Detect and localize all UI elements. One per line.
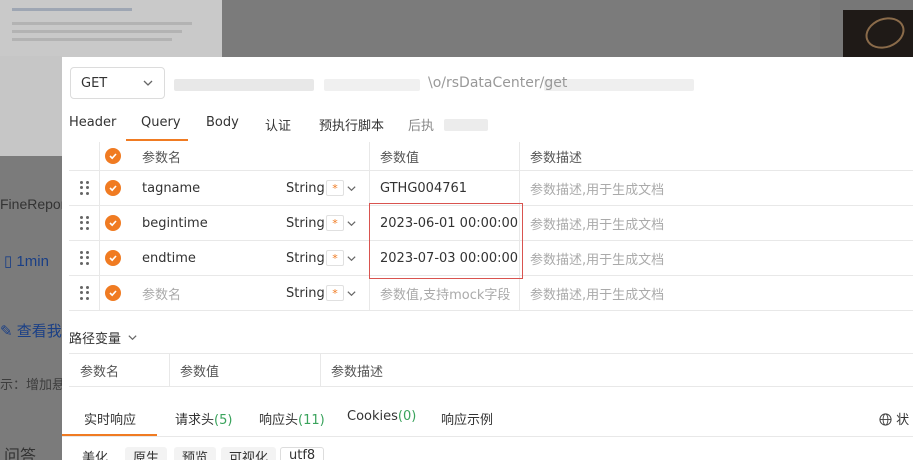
tab-response-example[interactable]: 响应示例 [441,409,493,428]
background-thumbnail-secondary [0,56,62,156]
url-row: GET \o/rsDataCenter/get [70,67,913,101]
background-text-finereport: FineReport [0,196,70,212]
response-view-toolbar: 美化 原生 预览 可视化 utf8 [62,443,913,460]
background-thumbnail [0,0,222,60]
check-icon [109,255,117,262]
chevron-down-icon[interactable] [346,218,357,229]
row-checkbox[interactable] [105,250,121,266]
row-checkbox[interactable] [105,215,121,231]
background-text-1min: ▯ 1min [4,253,49,270]
param-desc-input[interactable]: 参数描述,用于生成文档 [530,276,664,310]
url-text: \o/rsDataCenter/get [428,75,568,91]
chevron-down-icon[interactable] [346,183,357,194]
param-value-input[interactable]: GTHG004761 [380,171,467,205]
btn-raw[interactable]: 原生 [125,447,168,460]
globe-icon [879,413,892,426]
btn-preview[interactable]: 预览 [174,447,217,460]
response-tabs: 实时响应 请求头(5) 响应头(11) Cookies(0) 响应示例 状 [62,399,913,437]
api-request-panel: GET \o/rsDataCenter/get Header Query Bod… [62,57,913,460]
path-header-desc: 参数描述 [331,364,384,380]
chevron-down-icon[interactable] [346,253,357,264]
row-checkbox[interactable] [105,285,121,301]
path-header-value: 参数值 [180,364,220,380]
background-text-hint: 示：增加悬 [0,377,66,392]
drag-handle-icon[interactable] [80,206,90,240]
check-icon [109,185,117,192]
required-toggle[interactable]: * [326,285,344,301]
path-vars-toggle[interactable]: 路径变量 [69,328,138,347]
param-name-input[interactable]: tagname [142,171,200,205]
path-vars-table: 参数名 参数值 参数描述 [69,353,913,387]
tab-request-headers[interactable]: 请求头(5) [175,409,232,428]
header-param-value: 参数值 [380,150,420,166]
param-name-input[interactable]: endtime [142,241,196,275]
path-vars-title: 路径变量 [69,332,122,347]
chevron-down-icon[interactable] [346,288,357,299]
param-type-select[interactable]: String [286,171,325,205]
annotation-highlight-box [369,203,523,279]
response-status: 状 [879,409,909,428]
required-toggle[interactable]: * [326,215,344,231]
request-tabs: Header Query Body 认证 预执行脚本 后执 [62,113,913,143]
chevron-down-icon [143,80,153,86]
method-label: GET [81,75,108,91]
method-select[interactable]: GET [70,67,165,99]
header-param-desc: 参数描述 [530,150,583,166]
background-image [843,10,913,60]
url-input[interactable]: \o/rsDataCenter/get [174,73,913,95]
tab-query[interactable]: Query [141,115,181,130]
param-type-select[interactable]: String [286,241,325,275]
tab-response-headers[interactable]: 响应头(11) [259,409,325,428]
header-param-name: 参数名 [142,150,182,166]
check-icon [109,220,117,227]
table-header-row: 参数名 参数值 参数描述 [69,142,913,171]
param-name-input[interactable]: 参数名 [142,276,181,310]
drag-handle-icon[interactable] [80,276,90,310]
tab-post-script[interactable]: 后执 [408,115,434,134]
tab-cookies[interactable]: Cookies(0) [347,409,416,424]
active-tab-indicator [126,139,188,141]
table-row-new: 参数名 String * 参数值,支持mock字段 参数描述,用于生成文档 [69,276,913,311]
chevron-down-icon [128,335,137,341]
param-desc-input[interactable]: 参数描述,用于生成文档 [530,206,664,240]
row-checkbox[interactable] [105,180,121,196]
btn-beautify[interactable]: 美化 [74,447,117,460]
table-row: tagname String * GTHG004761 参数描述,用于生成文档 [69,171,913,206]
tab-live-response[interactable]: 实时响应 [84,409,136,428]
active-response-tab-indicator [62,434,157,436]
check-icon [109,290,117,297]
background-link-view: ✎ 查看我 [0,323,62,340]
select-all-checkbox[interactable] [105,148,121,164]
tab-header[interactable]: Header [69,115,116,130]
drag-handle-icon[interactable] [80,241,90,275]
drag-handle-icon[interactable] [80,171,90,205]
param-desc-input[interactable]: 参数描述,用于生成文档 [530,241,664,275]
param-type-select[interactable]: String [286,206,325,240]
tab-auth[interactable]: 认证 [265,115,291,134]
required-toggle[interactable]: * [326,250,344,266]
required-toggle[interactable]: * [326,180,344,196]
background-text-qa: 问答 [4,448,37,460]
param-name-input[interactable]: begintime [142,206,208,240]
btn-visualize[interactable]: 可视化 [221,447,277,460]
param-value-input[interactable]: 参数值,支持mock字段 [380,276,510,310]
encoding-select[interactable]: utf8 [280,447,325,460]
tab-blur [444,119,488,131]
path-header-name: 参数名 [80,364,120,380]
param-desc-input[interactable]: 参数描述,用于生成文档 [530,171,664,205]
check-icon [109,153,117,160]
tab-body[interactable]: Body [206,115,239,130]
tab-pre-script[interactable]: 预执行脚本 [319,115,384,134]
param-type-select[interactable]: String [286,276,325,310]
